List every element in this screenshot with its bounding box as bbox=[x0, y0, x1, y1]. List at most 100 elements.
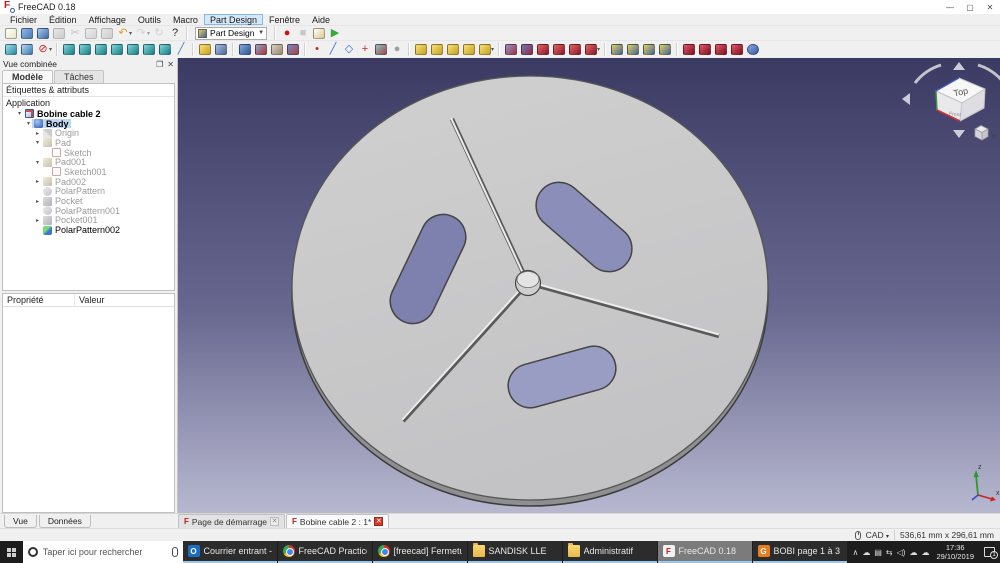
workbench-selector[interactable]: Part Design ▼ bbox=[195, 27, 267, 40]
tree-item-pocket[interactable]: ▸Pocket bbox=[3, 196, 174, 206]
tree-item-pocket001[interactable]: ▸Pocket001 bbox=[3, 216, 174, 226]
menu-macro[interactable]: Macro bbox=[167, 14, 204, 25]
view-axonometric-button[interactable] bbox=[61, 43, 77, 57]
menu-aide[interactable]: Aide bbox=[306, 14, 336, 25]
macro-record-button[interactable]: ● bbox=[279, 26, 295, 40]
view-rear-button[interactable] bbox=[125, 43, 141, 57]
tree-item-polarpattern002[interactable]: PolarPattern002 bbox=[3, 225, 174, 235]
tree-item-polarpattern[interactable]: PolarPattern bbox=[3, 187, 174, 197]
additive-pipe-button[interactable] bbox=[461, 43, 477, 57]
taskbar-button-sandisk-lle[interactable]: SANDISK LLE bbox=[468, 541, 562, 563]
tab-vue[interactable]: Vue bbox=[4, 515, 37, 528]
taskbar-button-administratif[interactable]: Administratif bbox=[563, 541, 657, 563]
cloud-sync-icon-2[interactable]: ☁ bbox=[921, 548, 929, 557]
tree-item-bobine-cable-2[interactable]: ▾Bobine cable 2 bbox=[3, 109, 174, 119]
dock-float-icon[interactable]: ❐ bbox=[156, 60, 163, 69]
minimize-button[interactable]: — bbox=[940, 3, 960, 12]
tree-item-body[interactable]: ▾Body bbox=[3, 119, 174, 129]
document-tab-bobine-cable-2-1-[interactable]: FBobine cable 2 : 1*✕ bbox=[286, 514, 389, 528]
new-file-button[interactable] bbox=[3, 26, 19, 40]
tab-donn-es[interactable]: Données bbox=[39, 515, 91, 528]
draw-style-button[interactable]: ⊘▾ bbox=[35, 43, 53, 57]
taskbar-button-freecad-fermetur[interactable]: [freecad] Fermetur... bbox=[373, 541, 467, 563]
boolean-operation-button[interactable] bbox=[681, 43, 697, 57]
create-sketch-button[interactable] bbox=[213, 43, 229, 57]
menu-fen-tre[interactable]: Fenêtre bbox=[263, 14, 306, 25]
view-left-button[interactable] bbox=[157, 43, 173, 57]
map-sketch-button[interactable] bbox=[253, 43, 269, 57]
view-fit-all-button[interactable] bbox=[3, 43, 19, 57]
additive-primitive-button[interactable]: ▾ bbox=[477, 43, 495, 57]
tab-modèle[interactable]: Modèle bbox=[2, 70, 53, 83]
view-front-button[interactable] bbox=[77, 43, 93, 57]
taskbar-button-courrier-entrant-r[interactable]: OCourrier entrant - R... bbox=[183, 541, 277, 563]
tree-item-pad[interactable]: ▾Pad bbox=[3, 138, 174, 148]
close-sketch-button[interactable] bbox=[269, 43, 285, 57]
menu--dition[interactable]: Édition bbox=[43, 14, 83, 25]
additive-primitive-dropdown-icon[interactable]: ▾ bbox=[491, 46, 494, 53]
undo-dropdown-icon[interactable]: ▾ bbox=[129, 30, 132, 37]
subtractive-pipe-button[interactable] bbox=[567, 43, 583, 57]
boolean-section-button[interactable] bbox=[729, 43, 745, 57]
expand-icon[interactable]: ▸ bbox=[34, 217, 41, 224]
tree-item-sketch001[interactable]: Sketch001 bbox=[3, 167, 174, 177]
collapse-icon[interactable]: ▾ bbox=[16, 110, 23, 117]
view-bottom-button[interactable] bbox=[141, 43, 157, 57]
expand-icon[interactable]: ▸ bbox=[34, 178, 41, 185]
datum-line-button[interactable]: ╱ bbox=[325, 43, 341, 57]
tree-item-polarpattern001[interactable]: PolarPattern001 bbox=[3, 206, 174, 216]
taskbar-button-freecad-practice-p[interactable]: FreeCAD Practice P... bbox=[278, 541, 372, 563]
whats-this-button[interactable]: ? bbox=[167, 26, 183, 40]
tree-root-application[interactable]: Application bbox=[3, 97, 174, 109]
tree-item-sketch[interactable]: Sketch bbox=[3, 148, 174, 158]
maximize-button[interactable]: ▢ bbox=[960, 3, 980, 12]
linear-pattern-button[interactable] bbox=[625, 43, 641, 57]
taskbar-button-freecad-0-18[interactable]: FFreeCAD 0.18 bbox=[658, 541, 752, 563]
menu-outils[interactable]: Outils bbox=[132, 14, 167, 25]
datum-point-button[interactable]: • bbox=[309, 43, 325, 57]
menu-affichage[interactable]: Affichage bbox=[83, 14, 132, 25]
dock-close-icon[interactable]: ✕ bbox=[167, 60, 174, 69]
multitransform-button[interactable] bbox=[657, 43, 673, 57]
tree-item-pad002[interactable]: ▸Pad002 bbox=[3, 177, 174, 187]
subtractive-primitive-button[interactable]: ▾ bbox=[583, 43, 601, 57]
collapse-icon[interactable]: ▾ bbox=[34, 159, 41, 166]
additive-loft-button[interactable] bbox=[445, 43, 461, 57]
macro-execute-button[interactable]: ▶ bbox=[327, 26, 343, 40]
taskbar-search[interactable]: Taper ici pour rechercher bbox=[23, 541, 183, 563]
tray-expand-icon[interactable]: ∧ bbox=[853, 548, 859, 557]
tree-item-pad001[interactable]: ▾Pad001 bbox=[3, 157, 174, 167]
pocket-button[interactable] bbox=[503, 43, 519, 57]
notification-center-icon[interactable]: 1 bbox=[984, 547, 995, 557]
measure-distance-button[interactable]: ╱ bbox=[173, 43, 189, 57]
section-view-button[interactable] bbox=[285, 43, 301, 57]
tab-tâches[interactable]: Tâches bbox=[54, 70, 104, 83]
view-top-button[interactable] bbox=[93, 43, 109, 57]
document-tab-page-de-d-marrage[interactable]: FPage de démarrage✕ bbox=[178, 514, 285, 528]
datum-coordinate-system-button[interactable]: + bbox=[357, 43, 373, 57]
onedrive-icon[interactable]: ☁ bbox=[862, 548, 870, 557]
view-zoom-button[interactable] bbox=[19, 43, 35, 57]
cloud-sync-icon[interactable]: ☁ bbox=[909, 548, 917, 557]
open-file-button[interactable] bbox=[19, 26, 35, 40]
tab-close-icon[interactable]: ✕ bbox=[374, 517, 383, 526]
save-file-button[interactable] bbox=[35, 26, 51, 40]
property-column-header[interactable]: Propriété bbox=[3, 294, 75, 306]
volume-icon[interactable]: ◁) bbox=[897, 548, 906, 557]
redo-dropdown-icon[interactable]: ▾ bbox=[147, 30, 150, 37]
tree-item-origin[interactable]: ▸Origin bbox=[3, 128, 174, 138]
shape-binder-button[interactable] bbox=[373, 43, 389, 57]
clone-button[interactable]: ● bbox=[389, 43, 405, 57]
edit-sketch-button[interactable] bbox=[237, 43, 253, 57]
start-button[interactable] bbox=[0, 541, 23, 563]
view-right-button[interactable] bbox=[109, 43, 125, 57]
expand-icon[interactable]: ▸ bbox=[34, 130, 41, 137]
close-button[interactable]: ✕ bbox=[980, 3, 1000, 12]
polar-pattern-button[interactable] bbox=[641, 43, 657, 57]
draw-style-dropdown-icon[interactable]: ▾ bbox=[49, 46, 52, 53]
boolean-common-button[interactable] bbox=[713, 43, 729, 57]
taskbar-clock[interactable]: 17:36 29/10/2019 bbox=[933, 543, 977, 562]
groove-button[interactable] bbox=[535, 43, 551, 57]
primitive-ellipsoid-button[interactable] bbox=[745, 43, 761, 57]
expand-icon[interactable]: ▸ bbox=[34, 198, 41, 205]
